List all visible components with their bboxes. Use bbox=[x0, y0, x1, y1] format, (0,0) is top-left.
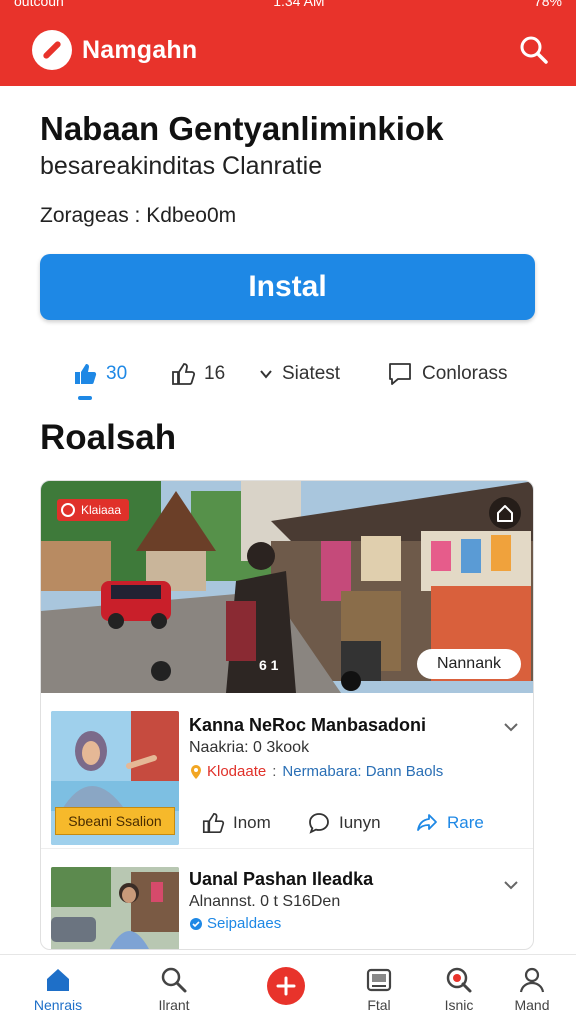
post-tag-b[interactable]: Nermabara: Dann Baols bbox=[282, 763, 443, 780]
nav-add[interactable] bbox=[250, 963, 322, 1021]
nav-label: Ilrant bbox=[158, 997, 190, 1013]
plus-icon bbox=[276, 976, 296, 996]
like-label: Inom bbox=[233, 813, 271, 832]
post-meta: Alnannst. 0 t S16Den bbox=[189, 893, 341, 910]
nav-home[interactable]: Nenrais bbox=[22, 963, 94, 1021]
status-bar: outcoun 1:34 AM 78% bbox=[0, 0, 576, 14]
nav-label: Mand bbox=[514, 997, 550, 1013]
thumbs-up-icon bbox=[75, 364, 97, 384]
thumbs-up-outline-icon bbox=[202, 812, 225, 834]
post-tag-b[interactable]: Seipaldaes bbox=[207, 915, 281, 932]
verified-icon bbox=[190, 917, 202, 930]
bottom-navigation: Nenrais Ilrant Ftal Isnic Mand bbox=[0, 954, 576, 1024]
list-item[interactable]: Uanal Pashan Ileadka Alnannst. 0 t S16De… bbox=[41, 851, 533, 949]
hero-badge: Klaiaaa bbox=[57, 499, 130, 521]
feed-card: Klaiaaa 6 1 Nannank Sbeani Ssalion Kanna… bbox=[40, 480, 534, 950]
search-icon bbox=[520, 36, 548, 64]
comment-icon bbox=[309, 813, 329, 834]
status-time: 1:34 AM bbox=[273, 0, 325, 9]
chevron-down-icon bbox=[260, 370, 272, 379]
share-arrow-icon bbox=[417, 814, 437, 831]
sort-label: Siatest bbox=[282, 363, 341, 384]
feed-icon bbox=[366, 968, 392, 992]
status-battery: 78% bbox=[533, 0, 562, 9]
home-icon bbox=[47, 969, 69, 991]
comment-button[interactable]: Iunyn bbox=[307, 811, 381, 835]
share-label: Rare bbox=[447, 813, 484, 832]
nav-feed[interactable]: Ftal bbox=[343, 963, 415, 1021]
like-indicator bbox=[78, 396, 92, 400]
sort-dropdown[interactable]: Siatest bbox=[258, 358, 340, 390]
chat-bubble-icon bbox=[389, 363, 411, 385]
list-item[interactable]: Sbeani Ssalion Kanna NeRoc Manbasadoni N… bbox=[41, 693, 533, 849]
search-icon bbox=[161, 967, 187, 993]
chevron-down-icon[interactable] bbox=[501, 875, 521, 895]
topic-icon bbox=[446, 967, 472, 993]
app-title: Nabaan Gentyanliminkiok bbox=[40, 110, 444, 147]
hero-chip-button[interactable]: Nannank bbox=[416, 649, 521, 679]
add-icon bbox=[267, 967, 305, 1005]
post-thumbnail[interactable]: Sbeani Ssalion bbox=[51, 711, 179, 845]
section-title: Roalsah bbox=[40, 418, 177, 457]
app-screen: outcoun 1:34 AM 78% Namgahn Nabaan Genty… bbox=[0, 0, 576, 1024]
app-header: Namgahn bbox=[0, 14, 576, 86]
post-tags: Seipaldaes bbox=[189, 915, 281, 932]
comment-label: Iunyn bbox=[339, 813, 381, 832]
nav-label: Isnic bbox=[444, 997, 474, 1013]
thumbnail-label: Sbeani Ssalion bbox=[55, 807, 175, 835]
search-button[interactable] bbox=[514, 30, 554, 70]
nav-profile[interactable]: Mand bbox=[496, 963, 568, 1021]
stats-row: 30 16 Siatest Conlorass bbox=[72, 358, 542, 400]
post-tag-a[interactable]: Klodaate bbox=[207, 763, 266, 780]
hero-badge-label: Klaiaaa bbox=[81, 503, 122, 517]
nav-label: Ftal bbox=[367, 997, 391, 1013]
status-carrier: outcoun bbox=[14, 0, 64, 9]
thumbnail-image bbox=[51, 867, 179, 949]
share-button[interactable]: Rare bbox=[415, 811, 484, 835]
badge-dot-icon bbox=[61, 503, 75, 517]
nav-topic[interactable]: Isnic bbox=[423, 963, 495, 1021]
post-actions: Inom Iunyn Rare bbox=[201, 811, 531, 839]
thumbs-up-outline-icon bbox=[172, 363, 196, 385]
post-tags: Klodaate : Nermabara: Dann Baols bbox=[189, 763, 443, 780]
post-meta: Naakria: 0 3kook bbox=[189, 739, 310, 756]
location-pin-icon bbox=[191, 764, 201, 779]
chat-label: Conlorass bbox=[422, 363, 508, 384]
like-button[interactable]: Inom bbox=[201, 811, 271, 835]
post-title[interactable]: Kanna NeRoc Manbasadoni bbox=[189, 715, 426, 736]
nav-search[interactable]: Ilrant bbox=[138, 963, 210, 1021]
chat-button[interactable]: Conlorass bbox=[386, 358, 508, 390]
comment-stat-button[interactable]: 16 bbox=[170, 358, 225, 390]
home-icon-button[interactable] bbox=[489, 497, 521, 529]
post-title[interactable]: Uanal Pashan Ileadka bbox=[189, 869, 373, 890]
like-count: 30 bbox=[106, 363, 128, 384]
comment-count: 16 bbox=[204, 363, 226, 384]
nav-label: Nenrais bbox=[33, 997, 83, 1013]
app-subtitle: besareakinditas Clanratie bbox=[40, 152, 323, 180]
chevron-down-icon[interactable] bbox=[501, 717, 521, 737]
like-stat-button[interactable]: 30 bbox=[72, 358, 127, 390]
hero-image[interactable]: Klaiaaa 6 1 Nannank bbox=[41, 481, 533, 693]
profile-icon bbox=[519, 967, 545, 993]
hero-count: 6 1 bbox=[259, 657, 279, 673]
tag-separator: : bbox=[272, 763, 277, 780]
app-meta: Zorageas : Kdbeo0m bbox=[40, 204, 237, 227]
brand-name: Namgahn bbox=[82, 35, 198, 64]
home-outline-icon bbox=[497, 505, 513, 522]
post-thumbnail[interactable] bbox=[51, 867, 179, 949]
install-button[interactable]: Instal bbox=[40, 254, 535, 320]
slash-logo-icon[interactable] bbox=[32, 30, 72, 70]
